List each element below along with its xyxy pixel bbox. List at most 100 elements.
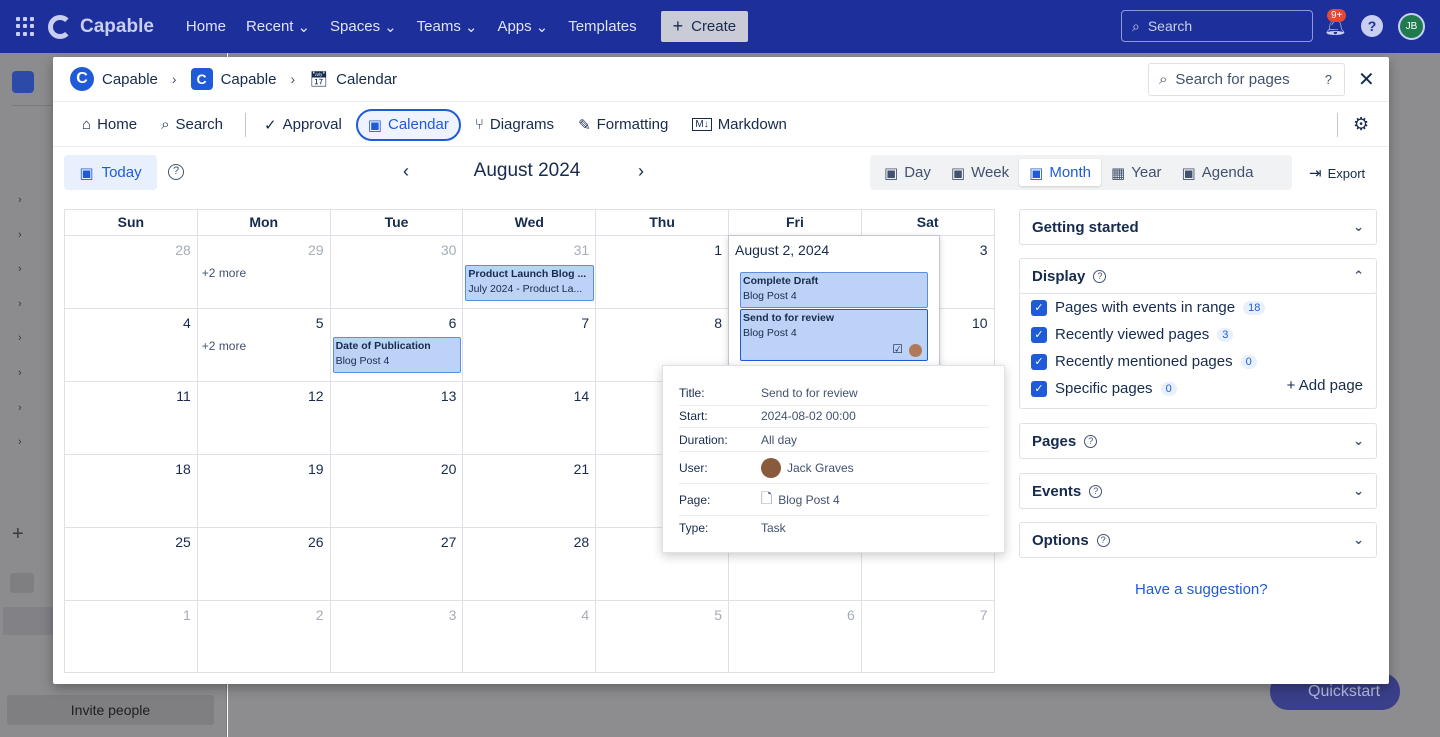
more-events-link[interactable]: +2 more bbox=[202, 266, 246, 280]
day-cell[interactable]: 3 bbox=[330, 600, 464, 673]
view-day[interactable]: ▣ Day bbox=[874, 159, 941, 186]
day-cell[interactable]: 4 bbox=[463, 600, 597, 673]
count-badge: 3 bbox=[1217, 327, 1234, 342]
day-cell[interactable]: 6 bbox=[729, 600, 862, 673]
view-week[interactable]: ▣ Week bbox=[941, 159, 1019, 186]
space-icon: C bbox=[190, 68, 213, 90]
pages-section[interactable]: Pages? ⌄ bbox=[1019, 423, 1377, 459]
add-page-button[interactable]: + Add page bbox=[1287, 377, 1363, 394]
day-cell[interactable]: 30 bbox=[330, 235, 464, 308]
day-cell[interactable]: 2 bbox=[197, 600, 331, 673]
check-label: Pages with events in range bbox=[1055, 299, 1236, 316]
brand-name: Capable bbox=[80, 15, 154, 37]
calendar-event[interactable]: Product Launch Blog ... July 2024 - Produ… bbox=[465, 265, 595, 301]
day-cell[interactable]: 7 bbox=[861, 600, 995, 673]
toolbar-label: Diagrams bbox=[489, 116, 555, 133]
plus-icon[interactable]: + bbox=[12, 523, 24, 546]
day-cell[interactable]: 14 bbox=[463, 381, 597, 454]
day-number: 2 bbox=[315, 607, 324, 623]
section-title: Getting started bbox=[1032, 218, 1139, 236]
day-cell[interactable]: 27 bbox=[330, 527, 464, 600]
detail-value-wrap: Task bbox=[761, 521, 786, 535]
options-section[interactable]: Options? ⌄ bbox=[1019, 522, 1377, 558]
toolbar-home[interactable]: ⌂ Home bbox=[72, 109, 147, 141]
toolbar-search[interactable]: ⌕ Search bbox=[151, 109, 233, 141]
today-button[interactable]: ▣ Today bbox=[64, 155, 157, 190]
global-search-input[interactable]: ⌕ Search bbox=[1121, 10, 1313, 42]
display-section[interactable]: Display? ⌃ bbox=[1019, 258, 1377, 294]
breadcrumb-space[interactable]: C Capable bbox=[190, 68, 276, 90]
nav-spaces[interactable]: Spaces ⌄ bbox=[330, 18, 397, 36]
day-cell[interactable]: 1 bbox=[596, 235, 729, 308]
check-pages-with-events[interactable]: ✓ Pages with events in range 18 bbox=[1031, 299, 1266, 316]
help-icon[interactable]: ? bbox=[1361, 15, 1383, 37]
nav-apps[interactable]: Apps ⌄ bbox=[497, 18, 548, 36]
check-label: Recently viewed pages bbox=[1055, 326, 1210, 343]
breadcrumb-calendar[interactable]: 📅︎ Calendar bbox=[309, 70, 397, 89]
breadcrumb-root[interactable]: C Capable bbox=[70, 67, 158, 91]
day-cell[interactable]: 4 bbox=[65, 308, 198, 381]
detail-value-wrap[interactable]: 🗋︎ Blog Post 4 bbox=[761, 488, 840, 512]
apps-toggle[interactable] bbox=[10, 573, 34, 593]
nav-teams[interactable]: Teams ⌄ bbox=[417, 18, 478, 36]
toolbar-diagrams[interactable]: ⑂ Diagrams bbox=[465, 109, 564, 141]
events-section[interactable]: Events? ⌄ bbox=[1019, 473, 1377, 509]
user-avatar[interactable]: JB bbox=[1398, 13, 1425, 40]
help-icon[interactable]: ? bbox=[1089, 484, 1103, 498]
calendar-event-selected[interactable]: Send to for review Blog Post 4 ☑ bbox=[740, 309, 928, 361]
check-recently-viewed[interactable]: ✓ Recently viewed pages 3 bbox=[1031, 326, 1234, 343]
export-button[interactable]: ⇥ Export bbox=[1309, 164, 1365, 182]
toolbar-formatting[interactable]: ✎ Formatting bbox=[568, 109, 678, 141]
day-cell[interactable]: 21 bbox=[463, 454, 597, 527]
help-icon[interactable]: ? bbox=[168, 164, 184, 180]
chevron-left-icon[interactable]: ‹ bbox=[403, 161, 409, 182]
page-search-input[interactable]: ⌕ Search for pages? bbox=[1148, 63, 1345, 96]
day-cell[interactable]: 18 bbox=[65, 454, 198, 527]
event-detail-popup: Title: Send to for review Start: 2024-08-02… bbox=[662, 365, 1005, 553]
day-cell[interactable]: 26 bbox=[197, 527, 331, 600]
day-cell[interactable]: 1 bbox=[65, 600, 198, 673]
app-switcher-icon[interactable] bbox=[16, 16, 36, 37]
create-button[interactable]: + Create bbox=[660, 11, 749, 42]
day-cell[interactable]: 28 bbox=[463, 527, 597, 600]
calendar-event[interactable]: Complete Draft Blog Post 4 bbox=[740, 272, 928, 308]
help-icon[interactable]: ? bbox=[1096, 533, 1110, 547]
expanded-day-header: August 2, 2024 bbox=[735, 242, 830, 258]
day-cell[interactable]: 12 bbox=[197, 381, 331, 454]
more-events-link[interactable]: +2 more bbox=[202, 339, 246, 353]
view-agenda[interactable]: ▣ Agenda bbox=[1172, 159, 1264, 186]
nav-home[interactable]: Home bbox=[186, 18, 226, 36]
day-cell[interactable]: 25 bbox=[65, 527, 198, 600]
check-recently-mentioned[interactable]: ✓ Recently mentioned pages 0 bbox=[1031, 353, 1257, 370]
toolbar-calendar[interactable]: ▣ Calendar bbox=[355, 108, 461, 141]
calendar-event[interactable]: Date of Publication Blog Post 4 bbox=[332, 337, 462, 373]
toolbar-approval[interactable]: ✓ Approval bbox=[254, 109, 352, 141]
view-year[interactable]: ▦ Year bbox=[1101, 159, 1172, 186]
help-icon[interactable]: ? bbox=[1084, 434, 1098, 448]
day-cell[interactable]: 20 bbox=[330, 454, 464, 527]
day-cell[interactable]: 7 bbox=[463, 308, 597, 381]
nav-templates[interactable]: Templates bbox=[568, 18, 636, 36]
day-cell[interactable]: 13 bbox=[330, 381, 464, 454]
brand-logo[interactable]: Capable bbox=[48, 14, 154, 39]
view-label: Year bbox=[1131, 164, 1162, 181]
gear-icon[interactable]: ⚙ bbox=[1353, 114, 1369, 135]
check-specific-pages[interactable]: ✓ Specific pages 0 bbox=[1031, 380, 1177, 397]
day-cell[interactable]: 5 bbox=[596, 600, 729, 673]
view-month[interactable]: ▣ Month bbox=[1019, 159, 1102, 186]
toolbar-markdown[interactable]: M↓ Markdown bbox=[682, 109, 797, 141]
nav-recent[interactable]: Recent ⌄ bbox=[246, 18, 310, 36]
day-cell[interactable]: 19 bbox=[197, 454, 331, 527]
weekday-header: Tue bbox=[331, 210, 464, 235]
calendar-icon: ▣ bbox=[884, 164, 899, 182]
expanded-day-popover: August 2, 2024 Complete Draft Blog Post 4… bbox=[728, 235, 940, 368]
getting-started-section[interactable]: Getting started ⌄ bbox=[1019, 209, 1377, 245]
close-icon[interactable]: ✕ bbox=[1358, 67, 1375, 92]
chevron-right-icon[interactable]: › bbox=[638, 161, 644, 182]
day-cell[interactable]: 11 bbox=[65, 381, 198, 454]
suggestion-link[interactable]: Have a suggestion? bbox=[1135, 581, 1268, 598]
day-cell[interactable]: 28 bbox=[65, 235, 198, 308]
help-icon[interactable]: ? bbox=[1093, 269, 1107, 283]
invite-people-button[interactable]: Invite people bbox=[7, 695, 214, 725]
search-help-icon[interactable]: ? bbox=[1325, 72, 1332, 87]
